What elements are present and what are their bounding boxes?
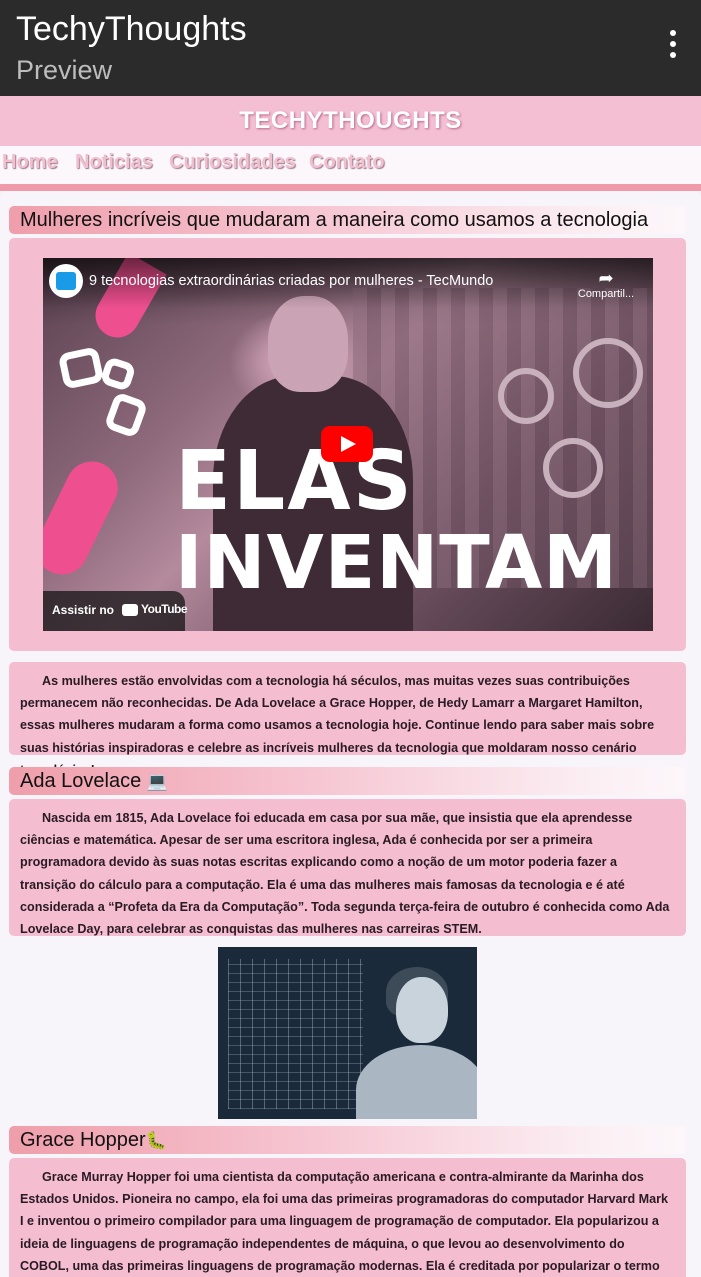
watch-on-youtube-button[interactable]: Assistir no YouTube <box>43 591 188 631</box>
nav-link-home[interactable]: Home <box>2 151 58 174</box>
ada-lovelace-image <box>218 947 477 1119</box>
youtube-label: YouTube <box>141 602 188 616</box>
share-button[interactable]: ➦ Compartil... <box>575 268 637 300</box>
share-label: Compartil... <box>577 288 635 300</box>
bug-icon: 🐛 <box>145 1131 167 1151</box>
youtube-video-embed[interactable]: ELAS INVENTAM 9 tecnologias extraordinár… <box>43 258 653 631</box>
video-overlay-text-1: ELAS <box>175 434 414 529</box>
nav-link-noticias[interactable]: Noticias <box>75 151 153 174</box>
site-header: TECHYTHOUGHTS <box>0 96 701 146</box>
video-overlay-text-2: INVENTAM <box>175 520 618 606</box>
watch-label: Assistir no <box>52 603 115 617</box>
nav-divider <box>0 184 701 191</box>
intro-paragraph: As mulheres estão envolvidas com a tecno… <box>9 662 686 777</box>
site-brand: TECHYTHOUGHTS <box>239 107 462 134</box>
app-title: TechyThoughts <box>16 10 247 48</box>
ada-paragraph: Nascida em 1815, Ada Lovelace foi educad… <box>9 799 686 936</box>
section-heading-bar: Grace Hopper🐛 <box>9 1126 686 1154</box>
play-button[interactable] <box>321 426 373 462</box>
site-nav: Home Noticias Curiosidades Contato <box>0 146 701 184</box>
grace-paragraph: Grace Murray Hopper foi uma cientista da… <box>9 1158 686 1277</box>
channel-avatar[interactable] <box>49 264 83 298</box>
ada-text: Nascida em 1815, Ada Lovelace foi educad… <box>20 811 670 937</box>
app-subtitle: Preview <box>16 55 113 85</box>
nav-link-contato[interactable]: Contato <box>309 151 385 174</box>
youtube-icon <box>122 604 138 616</box>
article-title-bar: Mulheres incríveis que mudaram a maneira… <box>9 206 686 234</box>
share-icon: ➦ <box>598 268 614 288</box>
app-bar: TechyThoughts Preview <box>0 0 701 96</box>
laptop-icon: 💻 <box>146 772 168 792</box>
more-vert-icon[interactable] <box>667 30 679 64</box>
section-heading-ada: Ada Lovelace 💻 <box>20 770 168 792</box>
intro-text: As mulheres estão envolvidas com a tecno… <box>20 674 655 777</box>
video-title[interactable]: 9 tecnologias extraordinárias criadas po… <box>89 273 493 289</box>
article-title: Mulheres incríveis que mudaram a maneira… <box>20 209 649 231</box>
section-heading-grace: Grace Hopper🐛 <box>20 1129 167 1151</box>
grace-text: Grace Murray Hopper foi uma cientista da… <box>20 1170 669 1273</box>
section-heading-bar: Ada Lovelace 💻 <box>9 767 686 795</box>
nav-link-curiosidades[interactable]: Curiosidades <box>169 151 296 174</box>
